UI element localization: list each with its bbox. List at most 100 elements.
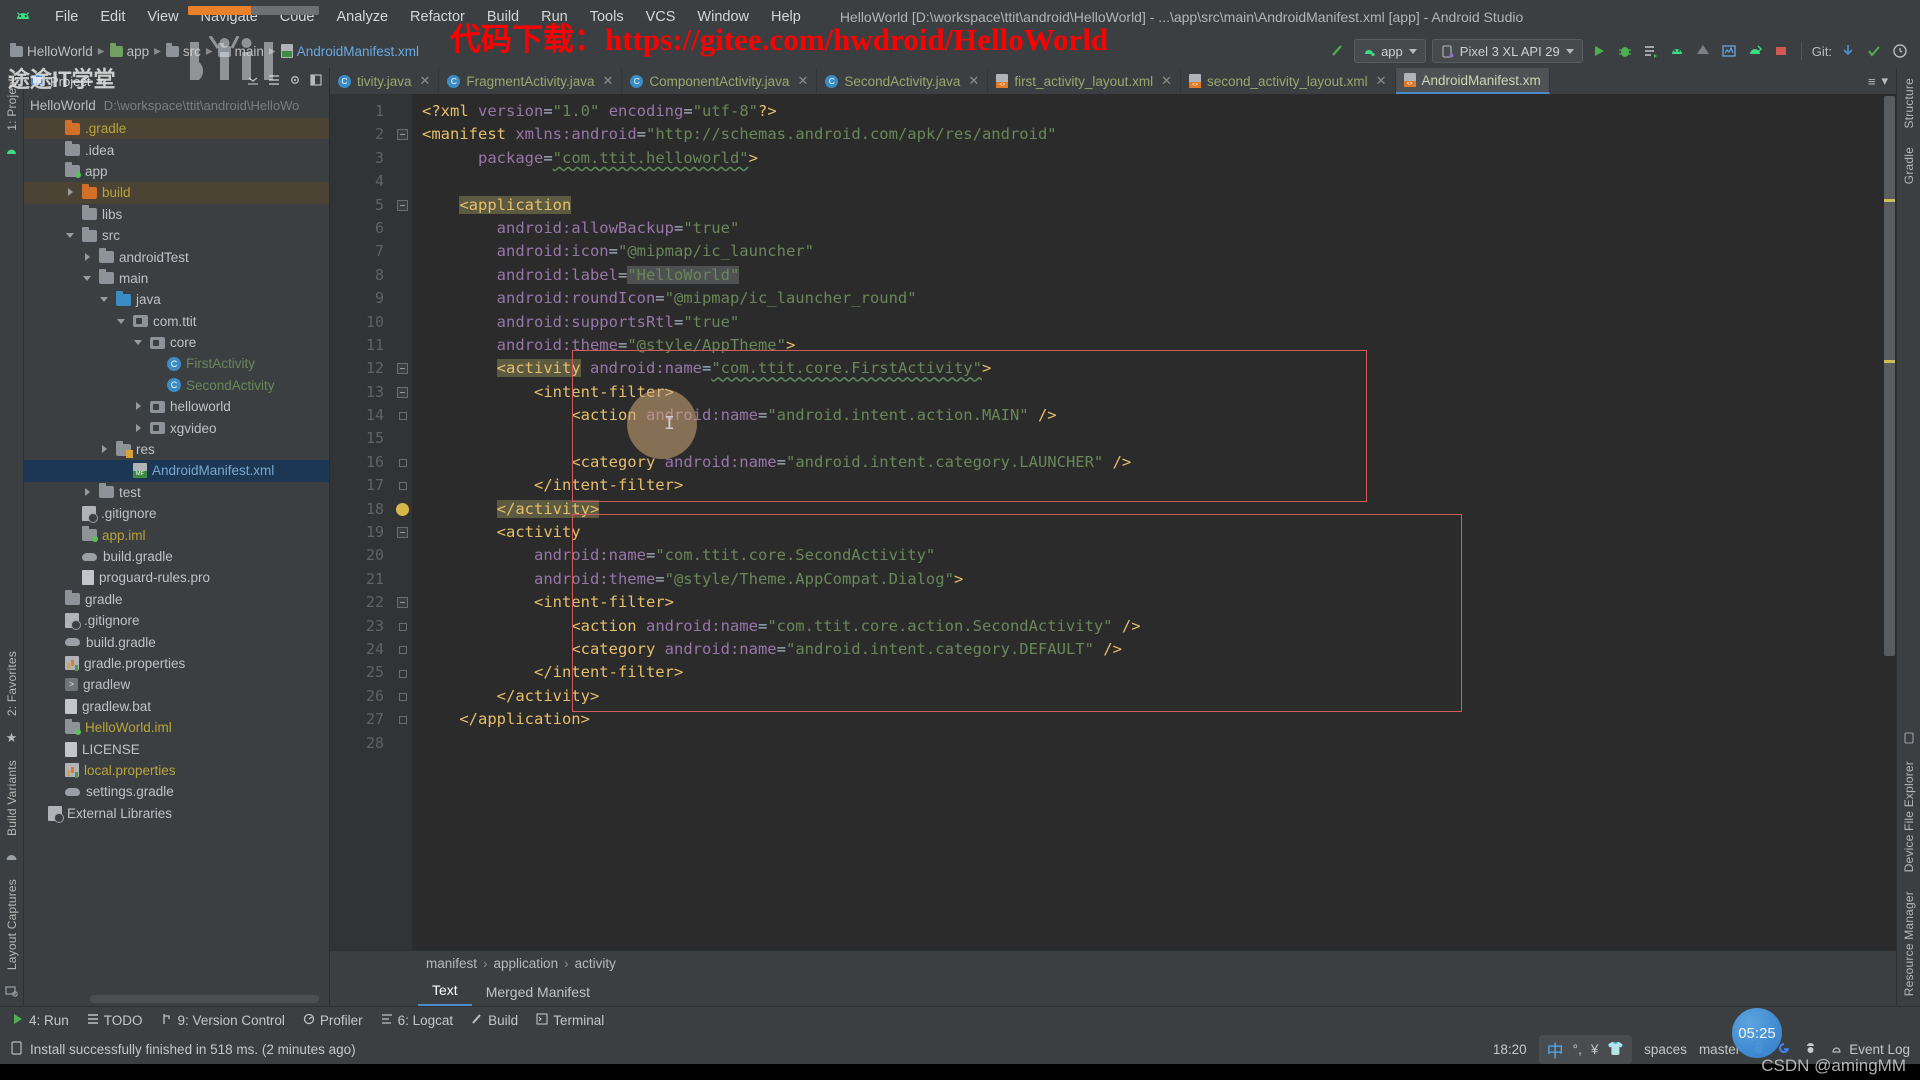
- git-history-icon[interactable]: [1890, 41, 1910, 61]
- tree-item-src[interactable]: src: [24, 225, 329, 246]
- breadcrumb-item-main[interactable]: main: [217, 42, 264, 59]
- tree-item-external-libraries[interactable]: External Libraries: [24, 803, 329, 824]
- code-line[interactable]: <manifest xmlns:android="http://schemas.…: [412, 123, 1896, 146]
- project-file-tree[interactable]: .gradle .idea app build libs src androidTest ma…: [24, 116, 329, 993]
- close-tab-icon[interactable]: ✕: [1161, 73, 1172, 89]
- breadcrumb-item-app[interactable]: app: [109, 42, 149, 59]
- fold-region-marker[interactable]: [399, 646, 407, 655]
- code-line[interactable]: android:theme="@style/Theme.AppCompat.Di…: [412, 568, 1896, 591]
- tree-item--gitignore[interactable]: .gitignore: [24, 503, 329, 524]
- event-log-button[interactable]: Event Log: [1830, 1042, 1910, 1057]
- fold-region-marker[interactable]: [399, 716, 407, 725]
- code-line[interactable]: android:allowBackup="true": [412, 217, 1896, 240]
- editor-tab-fragmentactivity-java[interactable]: C FragmentActivity.java ✕: [439, 68, 623, 94]
- toolwindow-todo[interactable]: TODO: [87, 1013, 143, 1028]
- toolwindow-9-version-control[interactable]: 9: Version Control: [161, 1013, 285, 1028]
- avd-manager-icon[interactable]: [1667, 41, 1687, 61]
- xml-crumb-activity[interactable]: activity: [575, 956, 616, 971]
- editor-tab-tivity-java[interactable]: Ctivity.java ✕: [330, 68, 440, 94]
- tree-item-java[interactable]: java: [24, 289, 329, 310]
- status-spaces[interactable]: spaces: [1644, 1042, 1687, 1057]
- chevron-down-icon[interactable]: [66, 230, 77, 241]
- rail-item-device-file-explorer[interactable]: Device File Explorer: [1902, 757, 1916, 876]
- editor-tab-bar[interactable]: Ctivity.java ✕ C FragmentActivity.java ✕ C Com…: [330, 68, 1896, 94]
- tree-item--gitignore[interactable]: .gitignore: [24, 610, 329, 631]
- tree-item-app[interactable]: app: [24, 161, 329, 182]
- rail-item-gradle[interactable]: Gradle: [1902, 143, 1916, 188]
- xml-structure-breadcrumb[interactable]: manifest › application › activity: [330, 950, 1896, 976]
- tool-window-bar[interactable]: 4: Run TODO 9: Version Control Profiler 6: L…: [0, 1006, 1920, 1034]
- tree-item-com-ttit[interactable]: com.ttit: [24, 311, 329, 332]
- editor-tab-first-activity-layout-xml[interactable]: first_activity_layout.xml ✕: [988, 68, 1182, 94]
- code-line[interactable]: android:label="HelloWorld": [412, 264, 1896, 287]
- chevron-right-icon[interactable]: [134, 401, 145, 412]
- tree-item-helloworld[interactable]: helloworld: [24, 396, 329, 417]
- sdk-manager-icon[interactable]: [1693, 41, 1713, 61]
- menu-item-build[interactable]: Build: [476, 5, 530, 29]
- tree-item-app-iml[interactable]: app.iml: [24, 524, 329, 545]
- toolwindow-6-logcat[interactable]: 6: Logcat: [381, 1013, 453, 1028]
- fold-region-marker[interactable]: [399, 622, 407, 631]
- tree-item--gradle[interactable]: .gradle: [24, 118, 329, 140]
- code-line[interactable]: [412, 732, 1896, 755]
- rail-item-structure[interactable]: Structure: [1902, 74, 1916, 133]
- close-tab-icon[interactable]: ✕: [1376, 73, 1387, 89]
- code-line[interactable]: android:icon="@mipmap/ic_launcher": [412, 240, 1896, 263]
- menu-item-vcs[interactable]: VCS: [635, 5, 687, 29]
- chevron-right-icon[interactable]: [100, 444, 111, 455]
- menu-item-run[interactable]: Run: [530, 5, 579, 29]
- code-line[interactable]: android:name="com.ttit.core.SecondActivi…: [412, 544, 1896, 567]
- code-line[interactable]: </activity>: [412, 685, 1896, 708]
- chevron-down-icon[interactable]: ▾: [1881, 73, 1888, 89]
- tab-text[interactable]: Text: [418, 978, 472, 1006]
- code-line[interactable]: <intent-filter>: [412, 591, 1896, 614]
- ime-skin-icon[interactable]: 👕: [1607, 1041, 1624, 1057]
- close-tab-icon[interactable]: ✕: [968, 73, 979, 89]
- chevron-right-icon[interactable]: [83, 252, 94, 263]
- code-line[interactable]: </intent-filter>: [412, 661, 1896, 684]
- run-icon[interactable]: [1589, 41, 1609, 61]
- chevron-right-icon[interactable]: [66, 187, 77, 198]
- tree-item-gradle[interactable]: gradle: [24, 589, 329, 610]
- tree-item-license[interactable]: LICENSE: [24, 738, 329, 759]
- profiler-icon[interactable]: [1745, 41, 1765, 61]
- device-selector[interactable]: Pixel 3 XL API 29: [1431, 39, 1583, 63]
- tree-item-androidtest[interactable]: androidTest: [24, 246, 329, 267]
- fold-toggle-icon[interactable]: [397, 199, 408, 211]
- chevron-down-icon[interactable]: [83, 273, 94, 284]
- chevron-right-icon[interactable]: [83, 487, 94, 498]
- tree-item-gradlew[interactable]: > gradlew: [24, 674, 329, 695]
- rail-item-project[interactable]: 1: Project: [5, 74, 19, 135]
- fold-region-marker[interactable]: [399, 482, 407, 491]
- menu-item-edit[interactable]: Edit: [89, 5, 136, 29]
- fold-toggle-icon[interactable]: [397, 527, 408, 539]
- tree-item-core[interactable]: core: [24, 332, 329, 353]
- tree-item-proguard-rules-pro[interactable]: proguard-rules.pro: [24, 567, 329, 588]
- code-line[interactable]: <activity: [412, 521, 1896, 544]
- tree-item-build[interactable]: build: [24, 182, 329, 204]
- code-line[interactable]: <category android:name="android.intent.c…: [412, 451, 1896, 474]
- fold-region-marker[interactable]: [399, 459, 407, 467]
- code-line[interactable]: <category android:name="android.intent.c…: [412, 638, 1896, 661]
- tree-item-build-gradle[interactable]: build.gradle: [24, 546, 329, 567]
- tree-item-helloworld-iml[interactable]: HelloWorld.iml: [24, 717, 329, 738]
- detective-avatar-icon[interactable]: [1803, 1040, 1818, 1058]
- editor-mode-tabs[interactable]: Text Merged Manifest: [330, 976, 1896, 1006]
- code-line[interactable]: </application>: [412, 708, 1896, 731]
- menu-item-view[interactable]: View: [136, 5, 189, 29]
- run-configuration-selector[interactable]: app: [1354, 39, 1426, 63]
- fold-region-marker[interactable]: [399, 669, 407, 678]
- project-horizontal-scrollbar[interactable]: [90, 995, 319, 1003]
- stop-icon[interactable]: [1771, 41, 1791, 61]
- menu-item-refactor[interactable]: Refactor: [399, 5, 476, 29]
- git-update-icon[interactable]: [1838, 41, 1858, 61]
- expand-all-icon[interactable]: [267, 73, 281, 90]
- tree-item-androidmanifest-xml[interactable]: AndroidManifest.xml: [24, 460, 329, 482]
- code-content[interactable]: <?xml version="1.0" encoding="utf-8"?> <m…: [412, 94, 1896, 950]
- breadcrumb-item-manifest[interactable]: AndroidManifest.xml: [280, 44, 419, 59]
- tab-overflow-actions[interactable]: ≡ ▾: [1860, 68, 1896, 94]
- tree-item-res[interactable]: res: [24, 439, 329, 460]
- tree-item--idea[interactable]: .idea: [24, 139, 329, 160]
- code-line[interactable]: package="com.ttit.helloworld">: [412, 147, 1896, 170]
- editor-tab-second-activity-layout-xml[interactable]: second_activity_layout.xml ✕: [1181, 68, 1396, 94]
